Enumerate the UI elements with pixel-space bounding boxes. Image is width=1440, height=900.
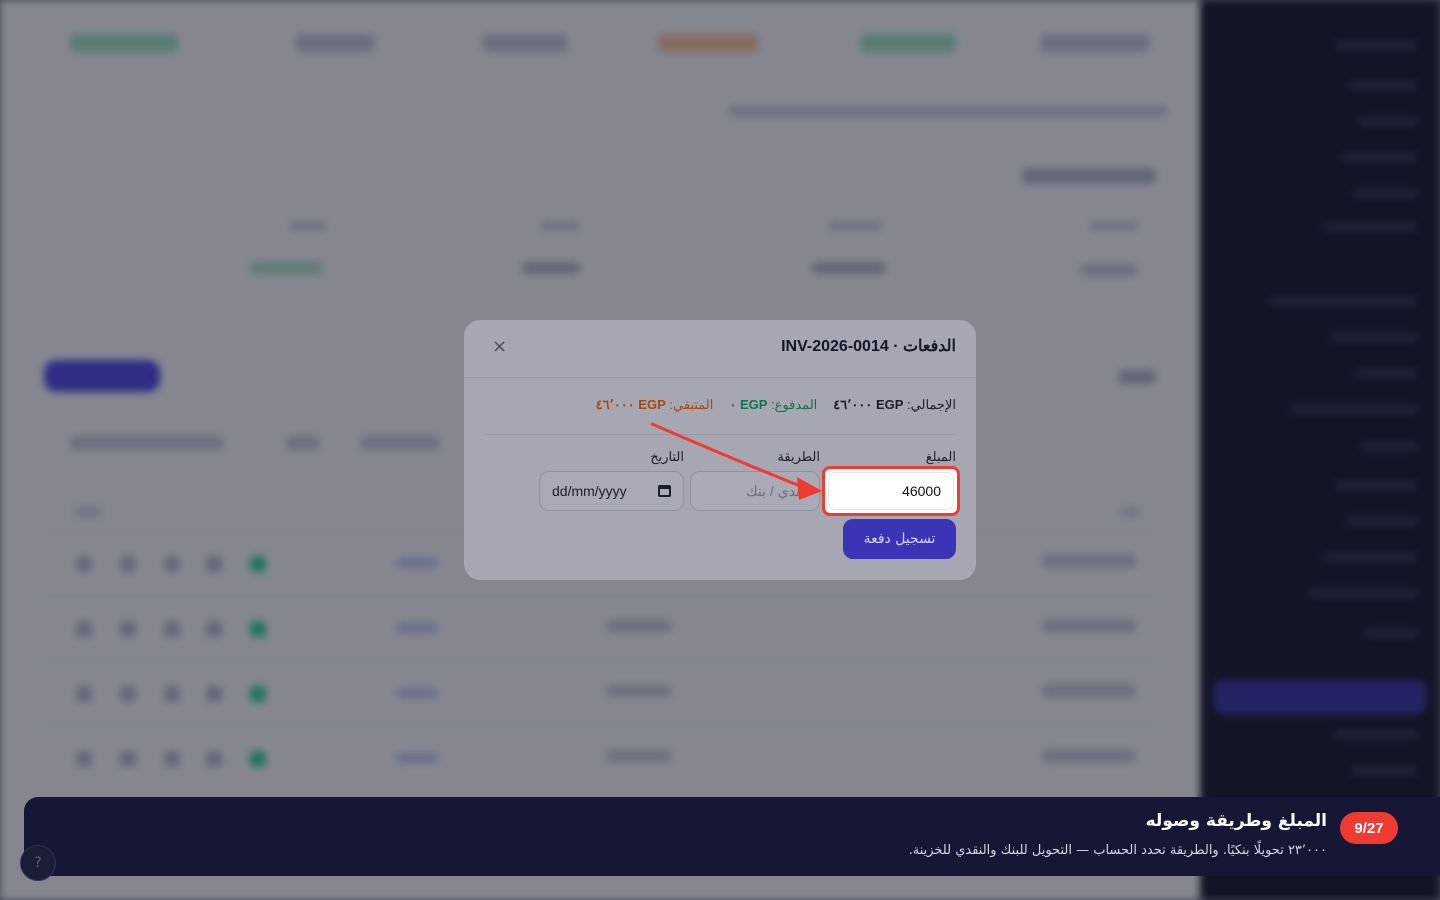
summary-remaining-label: المتبقي:: [669, 397, 714, 412]
method-label: الطريقة: [777, 449, 820, 464]
amount-highlight: 46000: [822, 466, 960, 516]
method-input[interactable]: نقدي / بنك: [690, 471, 820, 511]
summary-paid: المدفوع: EGP ٠: [729, 397, 817, 413]
summary-paid-value: EGP ٠: [729, 397, 768, 412]
modal-title: الدفعات · INV-2026-0014: [781, 338, 956, 355]
tour-banner: 9/27 المبلغ وطريقة وصوله ٢٣٬٠٠٠ تحويلًا …: [24, 797, 1440, 876]
help-icon[interactable]: ?: [20, 845, 56, 881]
summary-total-value: EGP ٤٦٬٠٠٠: [833, 397, 904, 412]
summary-divider: [484, 434, 956, 435]
calendar-icon[interactable]: [658, 485, 671, 497]
summary-total-label: الإجمالي:: [907, 397, 956, 412]
summary-remaining-value: EGP ٤٦٬٠٠٠: [595, 397, 666, 412]
payments-modal: الدفعات · INV-2026-0014 × الإجمالي: EGP …: [464, 320, 976, 580]
summary-paid-label: المدفوع:: [771, 397, 818, 412]
close-icon[interactable]: ×: [492, 337, 507, 357]
tour-title: المبلغ وطريقة وصوله: [1145, 811, 1327, 831]
date-placeholder: dd/mm/yyyy: [552, 483, 627, 499]
tour-step-badge: 9/27: [1340, 812, 1398, 844]
summary-remaining: المتبقي: EGP ٤٦٬٠٠٠: [596, 397, 714, 413]
amount-label: المبلغ: [925, 449, 956, 464]
date-label: التاريخ: [650, 449, 684, 464]
record-payment-button[interactable]: تسجيل دفعة: [843, 519, 956, 559]
date-input[interactable]: dd/mm/yyyy: [539, 471, 684, 511]
payment-summary: الإجمالي: EGP ٤٦٬٠٠٠ المدفوع: EGP ٠ المت…: [596, 397, 956, 413]
amount-input[interactable]: 46000: [828, 472, 954, 510]
header-divider: [464, 377, 976, 378]
summary-total: الإجمالي: EGP ٤٦٬٠٠٠: [833, 397, 956, 413]
tour-description: ٢٣٬٠٠٠ تحويلًا بنكيًا. والطريقة تحدد الح…: [908, 843, 1327, 858]
